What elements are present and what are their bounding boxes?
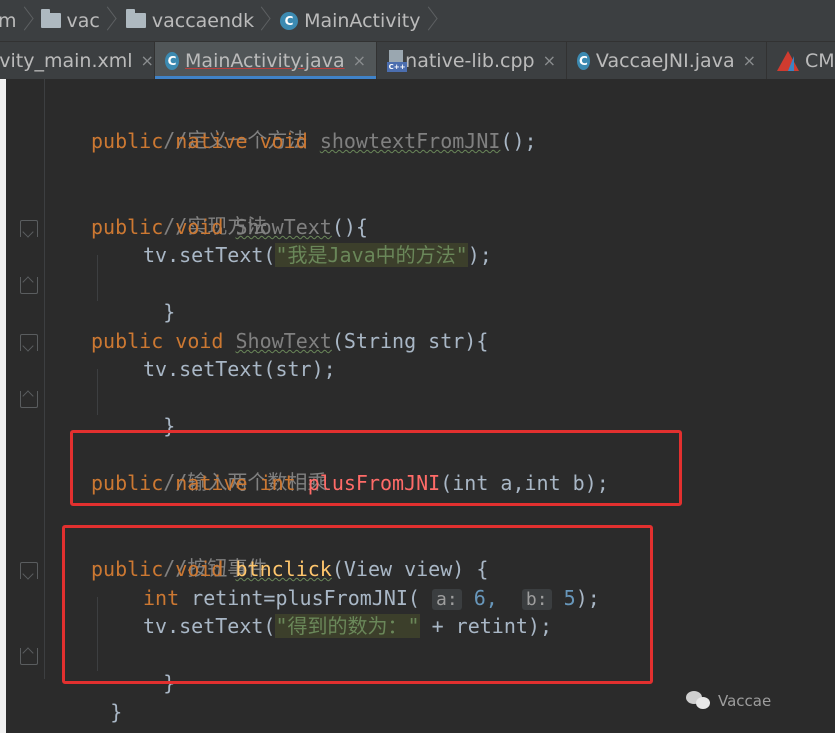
- wechat-icon: [686, 691, 712, 711]
- class-icon: C: [577, 51, 590, 70]
- close-icon[interactable]: ×: [743, 51, 756, 70]
- keyword: public: [91, 329, 164, 353]
- code-line: tv.setText("我是Java中的方法");: [143, 241, 492, 269]
- code-punct: ();: [500, 129, 537, 153]
- tab-label: MainActivity.java: [185, 49, 345, 72]
- code-punct: );: [467, 243, 492, 267]
- code-punct: );: [311, 357, 336, 381]
- close-icon[interactable]: ×: [543, 51, 556, 70]
- watermark-text: Vaccae: [718, 692, 772, 710]
- chevron-right-icon: [21, 8, 35, 34]
- cpp-file-icon: C++: [387, 49, 407, 72]
- keyword: public: [91, 215, 164, 239]
- indent-guide: [44, 79, 45, 679]
- code-punct: }: [163, 300, 176, 324]
- fold-icon[interactable]: [20, 648, 38, 665]
- folder-icon: [40, 9, 61, 28]
- keyword: void: [175, 329, 224, 353]
- code-editor[interactable]: //定义一个方法 public native void showtextFrom…: [0, 79, 835, 733]
- gutter-edge: [0, 79, 6, 733]
- code-call: tv.setText(: [143, 357, 276, 381]
- chevron-right-icon: [425, 8, 439, 34]
- tab-activity-main-xml[interactable]: ivity_main.xml ×: [0, 42, 155, 79]
- ide-window: m vac vaccaendk C MainActivity ivity_mai…: [0, 0, 835, 733]
- code-line: //定义一个方法: [91, 98, 307, 152]
- method-name[interactable]: ShowText: [236, 215, 332, 239]
- code-line: }: [91, 270, 175, 324]
- breadcrumb-item-m[interactable]: m: [0, 0, 35, 41]
- code-line: public void ShowText(String str){: [91, 327, 488, 355]
- breadcrumb-item-mainactivity[interactable]: C MainActivity: [280, 0, 438, 41]
- close-icon[interactable]: ×: [141, 51, 154, 70]
- method-name[interactable]: ShowText: [236, 329, 332, 353]
- tab-mainactivity-java[interactable]: C MainActivity.java ×: [155, 42, 377, 79]
- tab-cmake[interactable]: CM: [767, 42, 835, 79]
- code-line: tv.setText(str);: [143, 355, 336, 383]
- editor-tab-bar: ivity_main.xml × C MainActivity.java × C…: [0, 42, 835, 80]
- code-punct: }: [110, 700, 123, 724]
- fold-icon[interactable]: [20, 391, 38, 408]
- code-punct: (String str){: [331, 329, 489, 353]
- fold-icon[interactable]: [20, 277, 38, 294]
- code-line: }: [91, 384, 175, 438]
- method-name[interactable]: showtextFromJNI: [320, 129, 501, 153]
- code-line: public void ShowText(){: [91, 213, 368, 241]
- tab-native-lib-cpp[interactable]: C++ native-lib.cpp ×: [377, 42, 567, 79]
- chevron-right-icon: [258, 8, 272, 34]
- code-punct: (){: [331, 215, 368, 239]
- keyword: native: [175, 129, 248, 153]
- breadcrumb: m vac vaccaendk C MainActivity: [0, 0, 835, 42]
- code-line: //实现方法: [91, 184, 267, 238]
- tab-label: CM: [805, 49, 835, 72]
- folder-icon: [125, 9, 146, 28]
- breadcrumb-label: MainActivity: [304, 9, 421, 32]
- keyword: void: [175, 215, 224, 239]
- chevron-right-icon: [104, 8, 118, 34]
- breadcrumb-item-vac[interactable]: vac: [40, 0, 118, 41]
- string-literal: "我是Java中的方法": [275, 243, 468, 267]
- breadcrumb-label: vac: [66, 9, 100, 32]
- fold-icon[interactable]: [20, 220, 38, 237]
- tab-label: native-lib.cpp: [405, 49, 535, 72]
- tab-vaccaejni-java[interactable]: C VaccaeJNI.java ×: [567, 42, 767, 79]
- breadcrumb-label: vaccaendk: [151, 9, 255, 32]
- highlight-box: [62, 525, 653, 684]
- breadcrumb-label: m: [0, 9, 17, 32]
- keyword: void: [259, 129, 308, 153]
- watermark: Vaccae: [686, 686, 771, 716]
- tab-label: VaccaeJNI.java: [595, 49, 735, 72]
- cmake-icon: [777, 50, 799, 71]
- code-call: tv.setText(: [143, 243, 276, 267]
- tab-label: ivity_main.xml: [0, 49, 133, 72]
- code-arg: str: [275, 357, 312, 381]
- keyword: public: [91, 129, 164, 153]
- fold-icon[interactable]: [20, 334, 38, 351]
- highlight-box: [70, 430, 682, 506]
- class-icon: C: [280, 11, 299, 30]
- breadcrumb-item-vaccaendk[interactable]: vaccaendk: [125, 0, 272, 41]
- close-icon[interactable]: ×: [353, 51, 366, 70]
- fold-icon[interactable]: [20, 562, 38, 579]
- code-line: public native void showtextFromJNI();: [91, 127, 537, 155]
- class-icon: C: [165, 51, 180, 70]
